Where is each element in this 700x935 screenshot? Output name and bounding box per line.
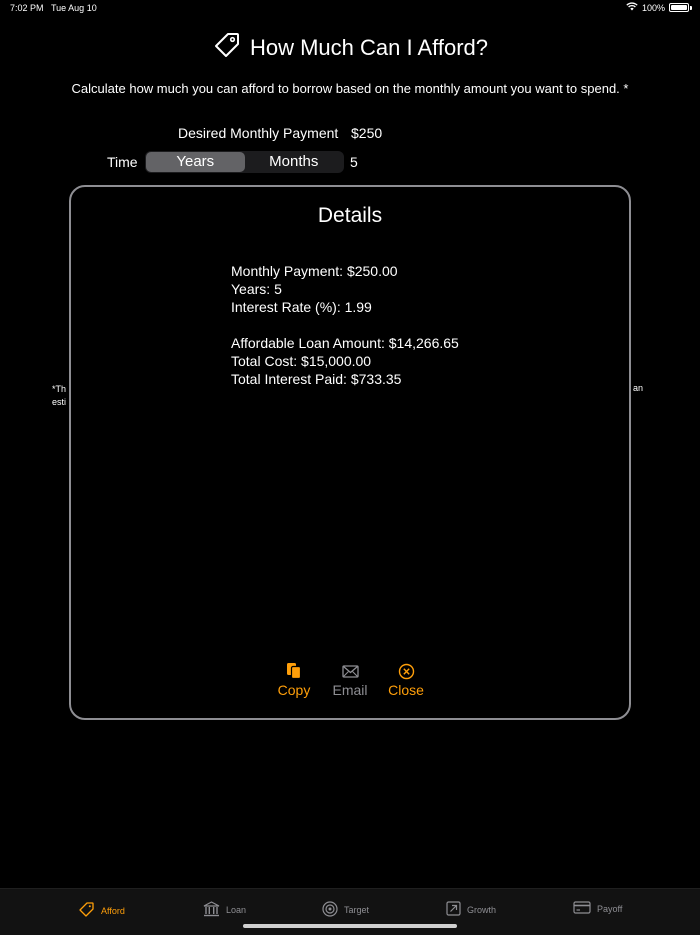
- time-unit-segmented-control[interactable]: Years Months: [145, 151, 344, 173]
- tab-afford[interactable]: Afford: [78, 901, 125, 920]
- tab-loan[interactable]: Loan: [203, 901, 246, 919]
- modal-title: Details: [317, 204, 383, 227]
- status-time: 7:02 PM: [10, 3, 44, 13]
- tag-icon: [212, 30, 242, 65]
- footnote-text: *Th esti: [52, 384, 67, 407]
- modal-actions: Copy Email Close: [71, 660, 629, 698]
- wifi-icon: [626, 2, 638, 13]
- tab-target[interactable]: Target: [322, 901, 369, 919]
- close-circle-icon: [398, 660, 415, 682]
- time-label: Time: [107, 154, 138, 170]
- detail-line: Monthly Payment: $250.00: [231, 263, 398, 279]
- detail-line: Affordable Loan Amount: $14,266.65: [231, 335, 459, 351]
- time-value-input[interactable]: 5: [350, 154, 358, 170]
- details-modal: Details Monthly Payment: $250.00 Years: …: [69, 185, 631, 720]
- tab-payoff[interactable]: Payoff: [573, 901, 622, 916]
- detail-line: Years: 5: [231, 281, 282, 297]
- copy-icon: [286, 660, 302, 682]
- close-button[interactable]: Close: [378, 660, 434, 698]
- bank-icon: [203, 901, 220, 919]
- details-text: Monthly Payment: $250.00 Years: 5 Intere…: [231, 262, 459, 388]
- email-button[interactable]: Email: [322, 660, 378, 698]
- tag-icon: [78, 901, 95, 920]
- page-title: How Much Can I Afford?: [249, 34, 489, 60]
- monthly-payment-label: Desired Monthly Payment: [178, 125, 339, 141]
- detail-line: Total Interest Paid: $733.35: [231, 371, 402, 387]
- copy-button[interactable]: Copy: [266, 660, 322, 698]
- home-indicator[interactable]: [243, 924, 457, 928]
- status-indicators: 100%: [626, 2, 692, 13]
- detail-line: Interest Rate (%): 1.99: [231, 299, 372, 315]
- envelope-icon: [341, 660, 359, 682]
- credit-card-icon: [573, 901, 591, 916]
- status-date: Tue Aug 10: [51, 3, 97, 13]
- growth-arrow-icon: [446, 901, 461, 918]
- battery-percent: 100%: [641, 2, 665, 13]
- segment-months[interactable]: Months: [245, 152, 344, 172]
- detail-line: [231, 316, 459, 334]
- footnote-text-right: an: [633, 383, 644, 393]
- tab-growth[interactable]: Growth: [446, 901, 496, 918]
- battery-icon: [669, 3, 689, 12]
- detail-line: Total Cost: $15,000.00: [231, 353, 372, 369]
- target-icon: [322, 901, 338, 919]
- page-description: Calculate how much you can afford to bor…: [71, 81, 629, 96]
- monthly-payment-input[interactable]: $250: [351, 125, 382, 141]
- page-header: How Much Can I Afford?: [0, 30, 700, 65]
- segment-years[interactable]: Years: [146, 152, 245, 172]
